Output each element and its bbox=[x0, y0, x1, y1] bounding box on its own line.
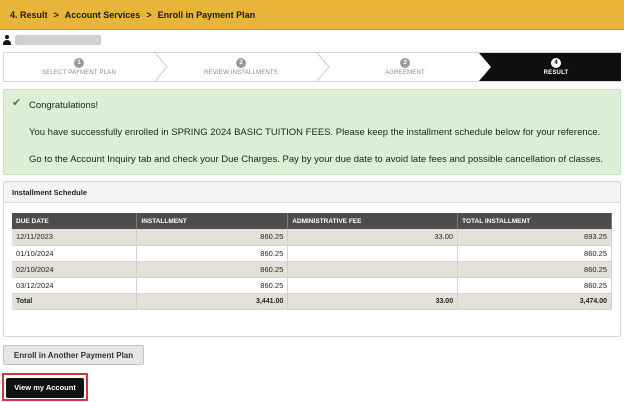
breadcrumb-item-result[interactable]: 4. Result bbox=[10, 10, 48, 20]
cell-total: 893.25 bbox=[457, 229, 612, 246]
cell-installment: 860.25 bbox=[136, 245, 289, 262]
user-icon bbox=[3, 35, 11, 45]
breadcrumb: 4. Result > Account Services > Enroll in… bbox=[0, 0, 624, 30]
alert-message-instructions: Go to the Account Inquiry tab and check … bbox=[29, 154, 604, 165]
cell-total: 860.25 bbox=[457, 277, 612, 294]
cell-admin-fee bbox=[287, 261, 459, 278]
cell-due-date: 03/12/2024 bbox=[12, 277, 138, 294]
table-row: 03/12/2024 860.25 860.25 bbox=[12, 277, 612, 294]
cell-installment: 860.25 bbox=[136, 261, 289, 278]
check-icon: ✔ bbox=[12, 97, 22, 109]
cell-total-label: Total bbox=[12, 293, 138, 310]
alert-message-enrolled: You have successfully enrolled in SPRING… bbox=[29, 127, 601, 138]
panel-title: Installment Schedule bbox=[4, 182, 620, 203]
step-review-installments: 2 REVIEW INSTALLMENTS bbox=[166, 53, 316, 81]
column-header-due-date: DUE DATE bbox=[12, 213, 138, 229]
progress-steps: 1 SELECT PAYMENT PLAN 2 REVIEW INSTALLME… bbox=[3, 52, 621, 82]
step-agreement: 3 AGREEMENT bbox=[330, 53, 480, 81]
cell-total-installment: 3,441.00 bbox=[136, 293, 289, 310]
breadcrumb-separator-icon: > bbox=[53, 9, 59, 20]
cell-due-date: 02/10/2024 bbox=[12, 261, 138, 278]
step-label: AGREEMENT bbox=[385, 70, 425, 76]
step-number: 4 bbox=[551, 58, 561, 68]
cell-admin-fee bbox=[287, 245, 459, 262]
step-divider-icon bbox=[316, 53, 330, 81]
column-header-installment: INSTALLMENT bbox=[136, 213, 289, 229]
step-label: RESULT bbox=[543, 70, 569, 76]
table-header-row: DUE DATE INSTALLMENT ADMINISTRATIVE FEE … bbox=[12, 213, 612, 229]
cell-total-admin-fee: 33.00 bbox=[287, 293, 459, 310]
step-number: 2 bbox=[236, 58, 246, 68]
user-row bbox=[3, 33, 101, 47]
table-total-row: Total 3,441.00 33.00 3,474.00 bbox=[12, 293, 612, 310]
table-row: 12/11/2023 860.25 33.00 893.25 bbox=[12, 229, 612, 246]
installment-schedule-panel: Installment Schedule DUE DATE INSTALLMEN… bbox=[3, 181, 621, 337]
step-select-payment-plan: 1 SELECT PAYMENT PLAN bbox=[4, 53, 154, 81]
step-number: 3 bbox=[400, 58, 410, 68]
step-label: SELECT PAYMENT PLAN bbox=[41, 70, 117, 76]
view-my-account-button[interactable]: View my Account bbox=[6, 377, 84, 398]
breadcrumb-item-enroll: Enroll in Payment Plan bbox=[157, 9, 256, 20]
cell-installment: 860.25 bbox=[136, 229, 289, 246]
cell-grand-total: 3,474.00 bbox=[457, 293, 612, 310]
breadcrumb-item-account-services[interactable]: Account Services bbox=[65, 10, 141, 20]
column-header-total-installment: TOTAL INSTALLMENT bbox=[457, 213, 612, 229]
column-header-admin-fee: ADMINISTRATIVE FEE bbox=[287, 213, 459, 229]
cell-admin-fee: 33.00 bbox=[287, 229, 459, 246]
cell-due-date: 01/10/2024 bbox=[12, 245, 138, 262]
step-number: 1 bbox=[74, 58, 84, 68]
cell-installment: 860.25 bbox=[136, 277, 289, 294]
cell-total: 860.25 bbox=[457, 261, 612, 278]
cell-total: 860.25 bbox=[457, 245, 612, 262]
step-result: 4 RESULT bbox=[491, 53, 621, 81]
enroll-another-plan-button[interactable]: Enroll in Another Payment Plan bbox=[3, 345, 144, 365]
alert-title: Congratulations! bbox=[29, 100, 99, 111]
table-row: 01/10/2024 860.25 860.25 bbox=[12, 245, 612, 262]
user-name-redacted bbox=[15, 35, 101, 45]
step-label: REVIEW INSTALLMENTS bbox=[203, 70, 279, 76]
installment-schedule-table: DUE DATE INSTALLMENT ADMINISTRATIVE FEE … bbox=[12, 213, 612, 310]
cell-due-date: 12/11/2023 bbox=[12, 229, 138, 246]
success-alert: ✔ Congratulations! You have successfully… bbox=[3, 89, 621, 175]
cell-admin-fee bbox=[287, 277, 459, 294]
breadcrumb-separator-icon: > bbox=[146, 9, 152, 20]
view-account-highlight: View my Account bbox=[2, 373, 88, 401]
table-row: 02/10/2024 860.25 860.25 bbox=[12, 261, 612, 278]
